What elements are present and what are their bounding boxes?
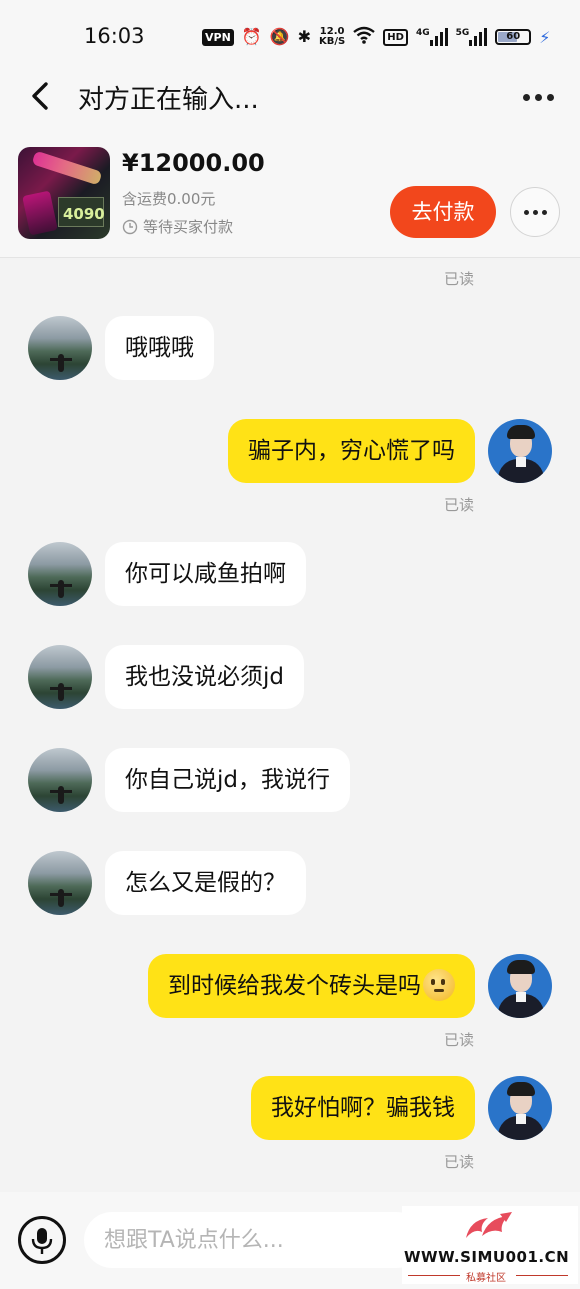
battery-icon: 60: [495, 29, 532, 45]
voice-button[interactable]: [18, 1216, 66, 1264]
mute-icon: 🔕: [269, 27, 290, 46]
contact-avatar[interactable]: [28, 645, 92, 709]
order-status: 等待买家付款: [122, 216, 233, 237]
message-bubble-received[interactable]: 哦哦哦: [105, 316, 214, 380]
dot-icon: [546, 93, 554, 101]
pay-button[interactable]: 去付款: [390, 186, 496, 238]
net-speed: 12.0 KB/S: [319, 26, 346, 47]
read-receipt: 已读: [444, 1031, 475, 1049]
signal-4g-icon: 4G: [416, 28, 448, 46]
watermark-logo: [466, 1212, 512, 1238]
card-more-button[interactable]: [510, 187, 560, 237]
signal-5g-icon: 5G: [456, 28, 488, 46]
message-bubble-sent[interactable]: 到时候给我发个砖头是吗: [148, 954, 475, 1018]
alarm-icon: ⏰: [241, 27, 262, 46]
chat-title: 对方正在输入...: [78, 85, 259, 115]
vpn-badge: VPN: [202, 28, 234, 46]
charging-icon: ⚡: [539, 27, 551, 47]
message-bubble-sent[interactable]: 骗子内，穷心慌了吗: [228, 419, 475, 483]
smiling-face-emoji: [423, 968, 455, 1001]
message-input[interactable]: [84, 1212, 424, 1268]
status-bar: 16:03 VPN ⏰ 🔕 ✱ 12.0 KB/S HD 4G 5G 60 ⚡: [0, 0, 580, 68]
message-bubble-received[interactable]: 我也没说必须jd: [105, 645, 304, 709]
back-button[interactable]: [22, 76, 58, 116]
product-price: ¥12000.00: [122, 149, 265, 177]
read-receipt: 已读: [444, 270, 475, 288]
more-options-button[interactable]: [516, 82, 560, 112]
product-card: 4090 ¥12000.00 含运费0.00元 等待买家付款: [0, 126, 580, 258]
shipping-fee: 含运费0.00元: [122, 190, 216, 208]
chat-header: 对方正在输入...: [0, 68, 580, 126]
message-bubble-received[interactable]: 你可以咸鱼拍啊: [105, 542, 306, 606]
dot-icon: [534, 93, 542, 101]
watermark-url: WWW.SIMU001.CN: [404, 1248, 570, 1266]
my-avatar[interactable]: [488, 954, 552, 1018]
dot-icon: [523, 209, 529, 215]
read-receipt: 已读: [444, 1153, 475, 1171]
dot-icon: [532, 209, 538, 215]
bluetooth-icon: ✱: [297, 27, 312, 46]
microphone-icon: [31, 1228, 53, 1254]
chevron-left-icon: [32, 82, 48, 110]
contact-avatar[interactable]: [28, 316, 92, 380]
hd-badge: HD: [383, 28, 408, 46]
read-receipt: 已读: [444, 496, 475, 514]
watermark-name: 私募社区: [466, 1273, 506, 1284]
status-time: 16:03: [84, 24, 145, 48]
message-text: 到时候给我发个砖头是吗: [168, 973, 421, 999]
contact-avatar[interactable]: [28, 851, 92, 915]
contact-avatar[interactable]: [28, 542, 92, 606]
wifi-icon: [353, 26, 376, 49]
clock-icon: [122, 219, 138, 234]
message-bubble-received[interactable]: 你自己说jd，我说行: [105, 748, 350, 812]
watermark: WWW.SIMU001.CN 私募社区: [402, 1206, 578, 1284]
my-avatar[interactable]: [488, 1076, 552, 1140]
message-bubble-received[interactable]: 怎么又是假的？: [105, 851, 306, 915]
order-status-text: 等待买家付款: [143, 218, 234, 236]
my-avatar[interactable]: [488, 419, 552, 483]
status-icons: VPN ⏰ 🔕 ✱ 12.0 KB/S HD 4G 5G 60 ⚡: [202, 24, 550, 50]
product-thumbnail[interactable]: 4090: [18, 147, 110, 239]
contact-avatar[interactable]: [28, 748, 92, 812]
message-bubble-sent[interactable]: 我好怕啊？骗我钱: [251, 1076, 475, 1140]
dot-icon: [541, 209, 547, 215]
dot-icon: [522, 93, 530, 101]
